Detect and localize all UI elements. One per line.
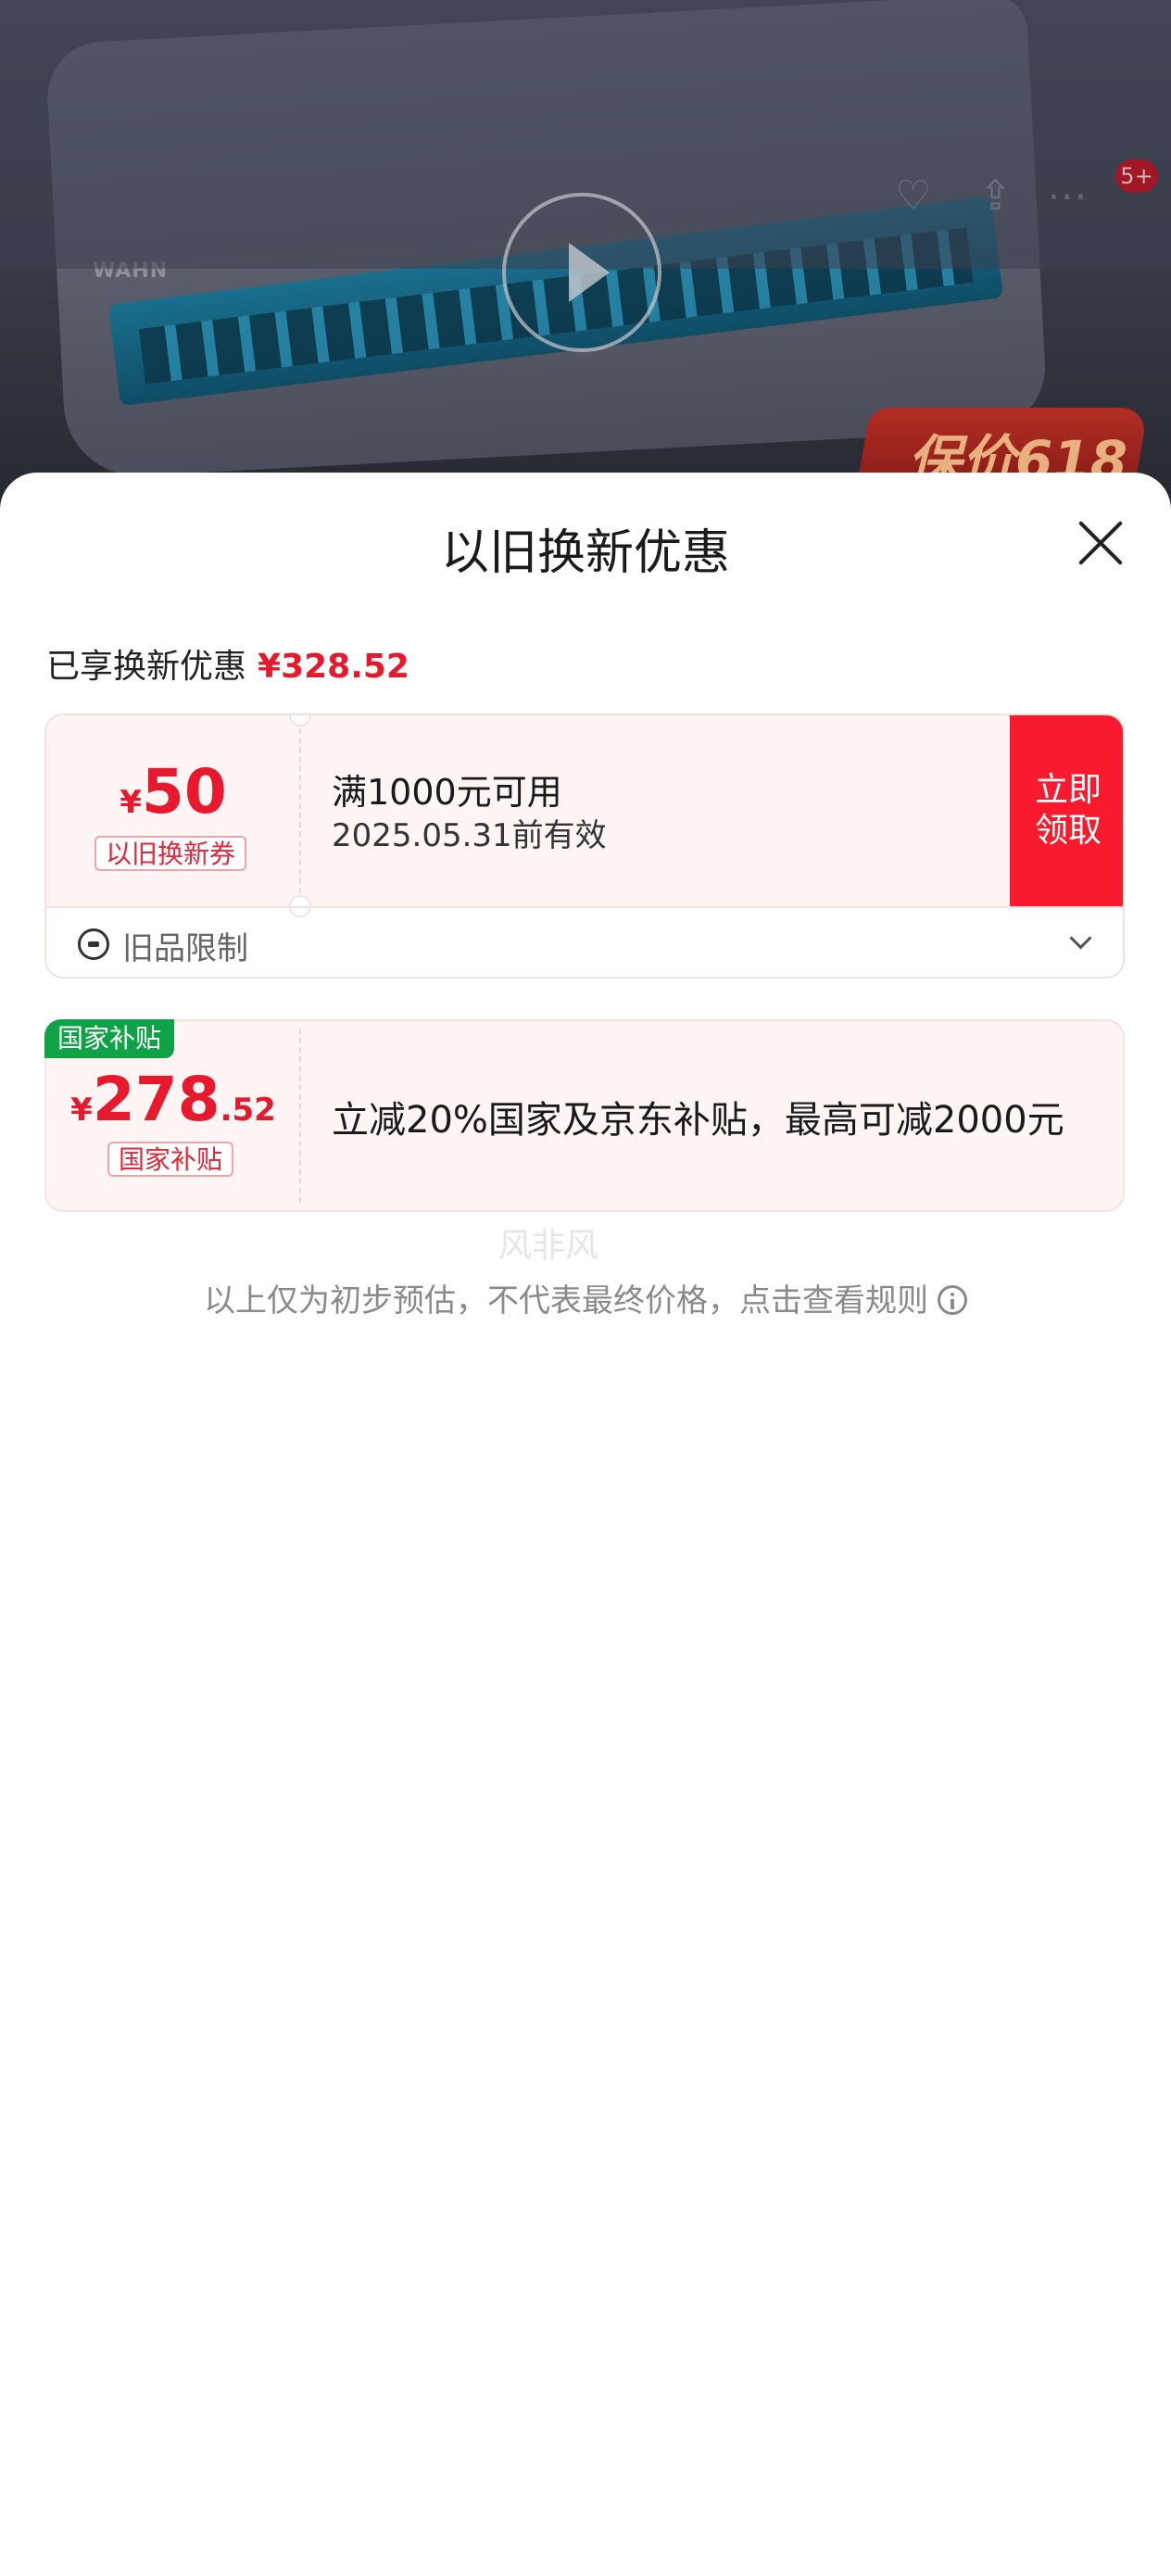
coupon-divider xyxy=(299,728,301,893)
summary-label: 已享换新优惠 xyxy=(46,648,247,686)
close-icon[interactable] xyxy=(1075,517,1127,569)
subsidy-flag: 国家补贴 xyxy=(44,1019,175,1058)
coupon-amount: 50 xyxy=(141,756,227,827)
restriction-label: 旧品限制 xyxy=(122,930,248,967)
coupon-value: ¥50 xyxy=(46,756,300,827)
discount-summary: 已享换新优惠 ¥328.52 xyxy=(46,639,409,688)
coupon-currency: ¥ xyxy=(120,784,142,821)
claim-label-line1: 立即 xyxy=(1034,771,1102,809)
subsidy-divider xyxy=(299,1029,301,1203)
chevron-down-icon[interactable] xyxy=(1069,927,1092,950)
heart-icon: ♡ xyxy=(895,172,932,220)
claim-coupon-button[interactable]: 立即 领取 xyxy=(1010,715,1123,906)
coupon-body: ¥50 以旧换新券 满1000元可用 2025.05.31前有效 立即 领取 xyxy=(46,715,1123,906)
coupon-validity: 2025.05.31前有效 xyxy=(332,817,607,854)
footnote-text: 以上仅为初步预估，不代表最终价格，点击查看规则 xyxy=(204,1282,928,1320)
notification-badge: 5+ xyxy=(1115,159,1158,193)
old-item-icon xyxy=(78,928,109,960)
subsidy-description: 立减20%国家及京东补贴，最高可减2000元 xyxy=(332,1099,1064,1142)
subsidy-amount-dec: .52 xyxy=(220,1092,276,1129)
play-icon[interactable] xyxy=(502,193,661,352)
coupon-condition: 满1000元可用 xyxy=(332,772,562,813)
more-icon: ⋯ xyxy=(1047,172,1088,220)
claim-label-line2: 领取 xyxy=(1034,812,1102,850)
rules-footnote[interactable]: 以上仅为初步预估，不代表最终价格，点击查看规则 xyxy=(0,1275,1171,1320)
subsidy-value: ¥278.52 xyxy=(46,1064,300,1135)
summary-amount: ¥328.52 xyxy=(258,648,409,686)
subsidy-amount-int: 278 xyxy=(92,1064,220,1135)
subsidy-type-tag: 国家补贴 xyxy=(107,1142,234,1177)
product-video-backdrop: WAHN ♡ ⇪ ⋯ 5+ 保价618 xyxy=(0,0,1171,519)
national-subsidy-card: 国家补贴 ¥278.52 国家补贴 立减20%国家及京东补贴，最高可减2000元 xyxy=(44,1019,1125,1212)
coupon-type-tag: 以旧换新券 xyxy=(94,836,247,871)
trade-in-coupon-card: ¥50 以旧换新券 满1000元可用 2025.05.31前有效 立即 领取 旧… xyxy=(44,713,1125,979)
watermark: 风非风 xyxy=(498,1227,599,1265)
share-icon: ⇪ xyxy=(978,172,1013,220)
subsidy-currency: ¥ xyxy=(70,1092,93,1129)
sheet-title: 以旧换新优惠 xyxy=(440,525,730,581)
old-item-restriction-row[interactable]: 旧品限制 xyxy=(46,906,1123,977)
info-icon[interactable] xyxy=(938,1285,967,1315)
trade-in-offer-sheet: 以旧换新优惠 已享换新优惠 ¥328.52 ¥50 以旧换新券 满1000元可用 … xyxy=(0,473,1171,2576)
coupon-value-area: ¥50 以旧换新券 xyxy=(46,715,300,906)
